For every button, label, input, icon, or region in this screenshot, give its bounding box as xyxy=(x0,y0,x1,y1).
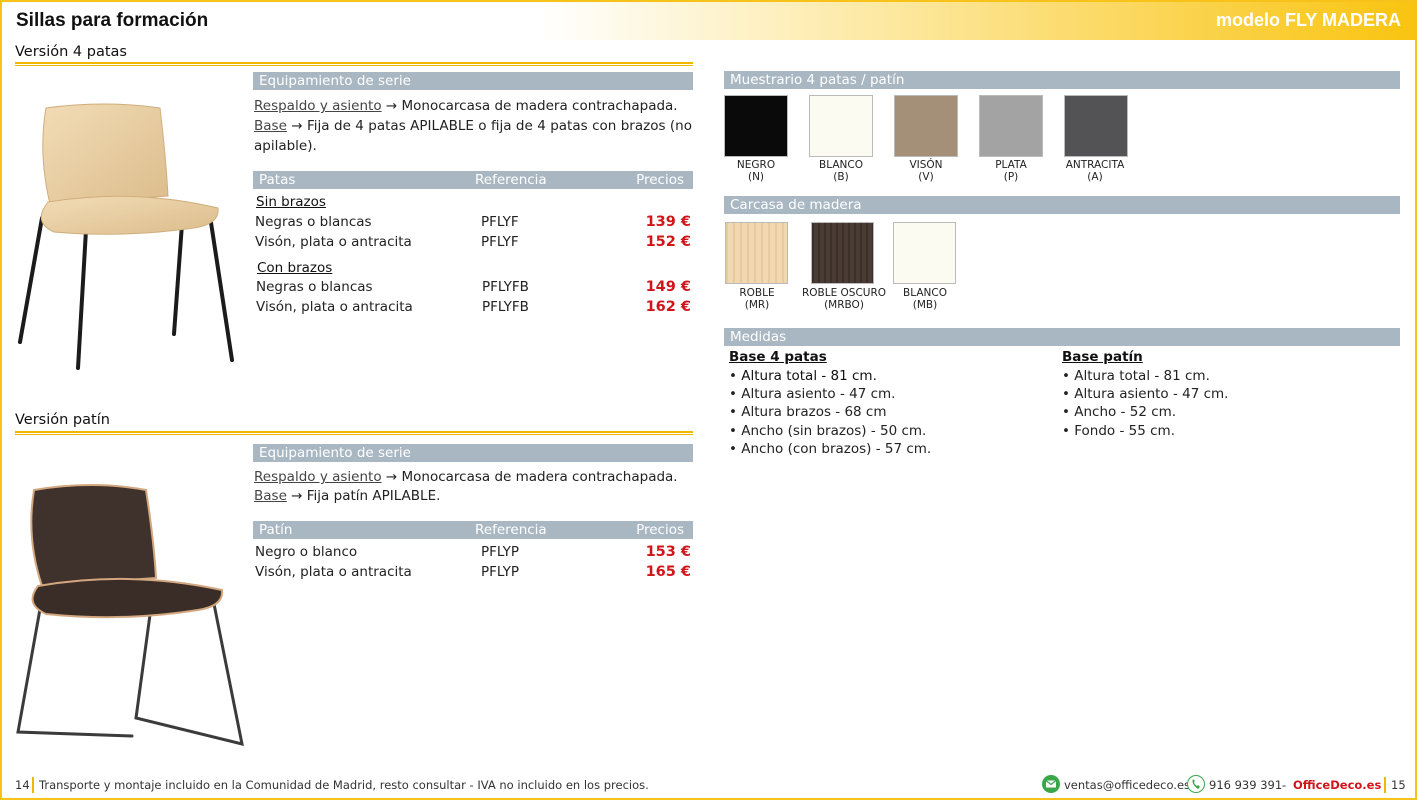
divider xyxy=(15,62,693,66)
equip-bar-patin: Equipamiento de serie xyxy=(253,444,693,462)
swatch-roble xyxy=(725,222,788,284)
list-item: • Altura total - 81 cm. xyxy=(1062,368,1210,384)
list-item: • Altura asiento - 47 cm. xyxy=(729,386,896,402)
chair-4-patas-image xyxy=(18,103,234,370)
swatch-vison xyxy=(894,95,958,157)
list-item: • Ancho (con brazos) - 57 cm. xyxy=(729,441,932,457)
col-patin: Patín xyxy=(259,522,293,538)
equip-bar-4-patas: Equipamiento de serie xyxy=(253,72,693,90)
col-precios: Precios xyxy=(636,522,684,538)
swatch-negro xyxy=(724,95,788,157)
row-price: 165 € xyxy=(645,564,691,580)
chair-patin-image xyxy=(16,484,244,747)
base-text: → Fija patín APILABLE. xyxy=(291,488,441,504)
footer-dash: - xyxy=(1282,778,1287,792)
model-title: modelo FLY MADERA xyxy=(1215,10,1401,30)
respaldo-text: → Monocarcasa de madera contrachapada. xyxy=(385,469,678,485)
row-name: Negras o blancas xyxy=(255,214,372,230)
group-title-con-brazos: Con brazos xyxy=(257,260,333,276)
row-name: Visón, plata o antracita xyxy=(255,564,412,580)
base-label: Base xyxy=(254,118,287,134)
row-ref: PFLYF xyxy=(481,214,519,230)
footer-separator xyxy=(32,777,34,793)
table-row: Negras o blancas PFLYFB 149 € xyxy=(256,277,691,297)
footer-phone[interactable]: 916 939 391 xyxy=(1209,778,1282,792)
group-title-sin-brazos: Sin brazos xyxy=(256,194,326,210)
email-icon xyxy=(1042,775,1060,793)
table-row: Negras o blancas PFLYF 139 € xyxy=(255,212,691,232)
footer-separator xyxy=(1384,777,1386,793)
row-price: 162 € xyxy=(645,299,691,315)
page-title: Sillas para formación xyxy=(16,10,209,31)
row-ref: PFLYFB xyxy=(482,299,529,315)
list-item: • Altura total - 81 cm. xyxy=(729,368,877,384)
list-item: • Ancho - 52 cm. xyxy=(1062,404,1177,420)
row-price: 152 € xyxy=(645,234,691,250)
divider xyxy=(15,431,693,435)
muestrario-bar: Muestrario 4 patas / patín xyxy=(724,71,1400,89)
swatch-label-antracita: ANTRACITA (A) xyxy=(1065,159,1125,183)
swatch-blanco xyxy=(809,95,873,157)
base-text: → Fija de 4 patas APILABLE o fija de 4 p… xyxy=(254,118,692,154)
base-spec: Base → Fija de 4 patas APILABLE o fija d… xyxy=(254,117,692,156)
row-ref: PFLYP xyxy=(481,564,520,580)
col-patas: Patas xyxy=(259,172,296,188)
header-bar xyxy=(2,2,1415,40)
carcasa-bar: Carcasa de madera xyxy=(724,196,1400,214)
footer-note: Transporte y montaje incluido en la Comu… xyxy=(39,778,649,792)
row-ref: PFLYFB xyxy=(482,279,529,295)
row-ref: PFLYF xyxy=(481,234,519,250)
footer-brand[interactable]: OfficeDeco.es xyxy=(1293,778,1381,792)
respaldo-spec: Respaldo y asiento → Monocarcasa de made… xyxy=(254,97,692,117)
page-number-left: 14 xyxy=(15,778,30,792)
list-item: • Ancho (sin brazos) - 50 cm. xyxy=(729,423,927,439)
row-ref: PFLYP xyxy=(481,544,520,560)
row-price: 139 € xyxy=(645,214,691,230)
swatch-blanco-madera xyxy=(893,222,956,284)
list-item: • Fondo - 55 cm. xyxy=(1062,423,1175,439)
respaldo-label: Respaldo y asiento xyxy=(254,469,382,485)
respaldo-label: Respaldo y asiento xyxy=(254,98,382,114)
swatch-plata xyxy=(979,95,1043,157)
swatch-label-blanco-madera: BLANCO (MB) xyxy=(903,287,947,311)
row-name: Negro o blanco xyxy=(255,544,358,560)
col-referencia: Referencia xyxy=(475,522,547,538)
phone-icon xyxy=(1187,775,1205,793)
price-table-header: Patas Referencia Precios xyxy=(253,171,693,189)
row-name: Visón, plata o antracita xyxy=(256,299,413,315)
col-precios: Precios xyxy=(636,172,684,188)
price-table-header-patin: Patín Referencia Precios xyxy=(253,521,693,539)
section-title-4-patas: Versión 4 patas xyxy=(15,44,127,60)
table-row: Negro o blanco PFLYP 153 € xyxy=(255,542,691,562)
base-label: Base xyxy=(254,488,287,504)
swatch-antracita xyxy=(1064,95,1128,157)
col-referencia: Referencia xyxy=(475,172,547,188)
page-number-right: 15 xyxy=(1391,778,1406,792)
row-name: Negras o blancas xyxy=(256,279,373,295)
footer-email[interactable]: ventas@officedeco.es xyxy=(1064,778,1190,792)
medidas-bar: Medidas xyxy=(724,328,1400,346)
respaldo-spec-patin: Respaldo y asiento → Monocarcasa de made… xyxy=(254,468,692,488)
section-title-patin: Versión patín xyxy=(15,412,110,428)
table-row: Visón, plata o antracita PFLYP 165 € xyxy=(255,562,691,582)
swatch-roble-oscuro xyxy=(811,222,874,284)
list-item: • Altura brazos - 68 cm xyxy=(729,404,887,420)
table-row: Visón, plata o antracita PFLYFB 162 € xyxy=(256,297,691,317)
medidas-patin-title: Base patín xyxy=(1062,349,1143,365)
row-name: Visón, plata o antracita xyxy=(255,234,412,250)
base-spec-patin: Base → Fija patín APILABLE. xyxy=(254,487,692,507)
respaldo-text: → Monocarcasa de madera contrachapada. xyxy=(385,98,678,114)
table-row: Visón, plata o antracita PFLYF 152 € xyxy=(255,232,691,252)
row-price: 149 € xyxy=(645,279,691,295)
list-item: • Altura asiento - 47 cm. xyxy=(1062,386,1229,402)
row-price: 153 € xyxy=(645,544,691,560)
medidas-base4-title: Base 4 patas xyxy=(729,349,827,365)
